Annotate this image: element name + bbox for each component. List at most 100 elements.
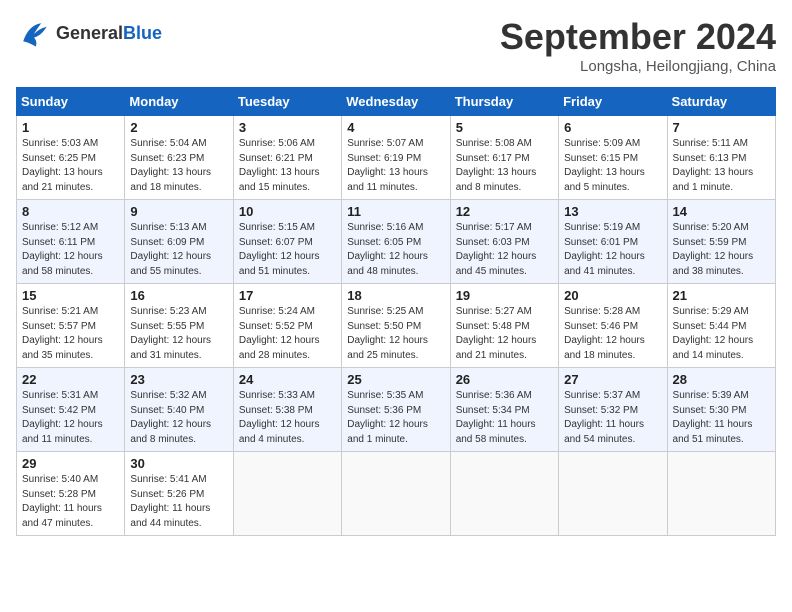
calendar-cell: 26Sunrise: 5:36 AM Sunset: 5:34 PM Dayli… [450,368,558,452]
day-number: 21 [673,288,770,303]
calendar-cell: 17Sunrise: 5:24 AM Sunset: 5:52 PM Dayli… [233,284,341,368]
day-number: 23 [130,372,227,387]
calendar-cell: 2 Sunrise: 5:04 AM Sunset: 6:23 PM Daylig… [125,116,233,200]
day-info: Sunrise: 5:37 AM Sunset: 5:32 PM Dayligh… [564,389,661,447]
day-number: 30 [130,456,227,471]
calendar-cell: 19 Sunrise: 5:27 AM Sunset: 5:48 PM Dayli… [450,284,558,368]
day-header-friday: Friday [559,88,667,116]
calendar-cell: 28 Sunrise: 5:39 AM Sunset: 5:30 PM Dayli… [667,368,775,452]
day-number: 3 [239,120,336,135]
day-header-sunday: Sunday [17,88,125,116]
day-info: Sunrise: 5:17 AM Sunset: 6:03 PM Dayligh… [456,221,553,279]
day-number: 7 [673,120,770,135]
day-number: 1 [22,120,119,135]
calendar-cell [233,452,341,536]
calendar-cell: 30 Sunrise: 5:41 AM Sunset: 5:26 PM Dayli… [125,452,233,536]
day-number: 28 [673,372,770,387]
day-info: Sunrise: 5:32 AM Sunset: 5:40 PM Dayligh… [130,389,227,447]
logo-text: GeneralBlue [56,24,162,44]
logo-general: General [56,23,123,43]
day-number: 2 [130,120,227,135]
day-number: 22 [22,372,119,387]
title-area: September 2024 Longsha, Heilongjiang, Ch… [500,16,776,75]
calendar-cell: 4 Sunrise: 5:07 AM Sunset: 6:19 PM Daylig… [342,116,450,200]
day-header-wednesday: Wednesday [342,88,450,116]
calendar-cell: 5 Sunrise: 5:08 AM Sunset: 6:17 PM Daylig… [450,116,558,200]
day-info: Sunrise: 5:12 AM Sunset: 6:11 PM Dayligh… [22,221,119,279]
day-number: 11 [347,204,444,219]
calendar-cell [559,452,667,536]
day-number: 9 [130,204,227,219]
day-number: 16 [130,288,227,303]
day-header-monday: Monday [125,88,233,116]
day-info: Sunrise: 5:04 AM Sunset: 6:23 PM Dayligh… [130,137,227,195]
calendar-cell: 27Sunrise: 5:37 AM Sunset: 5:32 PM Dayli… [559,368,667,452]
calendar-cell: 24Sunrise: 5:33 AM Sunset: 5:38 PM Dayli… [233,368,341,452]
day-info: Sunrise: 5:19 AM Sunset: 6:01 PM Dayligh… [564,221,661,279]
calendar-cell: 1 Sunrise: 5:03 AM Sunset: 6:25 PM Daylig… [17,116,125,200]
calendar-cell [667,452,775,536]
day-info: Sunrise: 5:29 AM Sunset: 5:44 PM Dayligh… [673,305,770,363]
day-info: Sunrise: 5:41 AM Sunset: 5:26 PM Dayligh… [130,473,227,531]
day-info: Sunrise: 5:21 AM Sunset: 5:57 PM Dayligh… [22,305,119,363]
day-header-saturday: Saturday [667,88,775,116]
calendar-table: SundayMondayTuesdayWednesdayThursdayFrid… [16,87,776,536]
calendar-cell: 21 Sunrise: 5:29 AM Sunset: 5:44 PM Dayli… [667,284,775,368]
day-header-thursday: Thursday [450,88,558,116]
calendar-cell: 11 Sunrise: 5:16 AM Sunset: 6:05 PM Dayli… [342,200,450,284]
day-info: Sunrise: 5:25 AM Sunset: 5:50 PM Dayligh… [347,305,444,363]
day-info: Sunrise: 5:09 AM Sunset: 6:15 PM Dayligh… [564,137,661,195]
day-number: 14 [673,204,770,219]
day-number: 26 [456,372,553,387]
day-info: Sunrise: 5:07 AM Sunset: 6:19 PM Dayligh… [347,137,444,195]
day-number: 5 [456,120,553,135]
day-number: 10 [239,204,336,219]
day-info: Sunrise: 5:20 AM Sunset: 5:59 PM Dayligh… [673,221,770,279]
day-info: Sunrise: 5:35 AM Sunset: 5:36 PM Dayligh… [347,389,444,447]
logo-icon [16,16,52,52]
day-info: Sunrise: 5:15 AM Sunset: 6:07 PM Dayligh… [239,221,336,279]
day-info: Sunrise: 5:08 AM Sunset: 6:17 PM Dayligh… [456,137,553,195]
calendar-week-row: 22 Sunrise: 5:31 AM Sunset: 5:42 PM Dayli… [17,368,776,452]
day-number: 18 [347,288,444,303]
day-info: Sunrise: 5:16 AM Sunset: 6:05 PM Dayligh… [347,221,444,279]
calendar-header-row: SundayMondayTuesdayWednesdayThursdayFrid… [17,88,776,116]
day-number: 6 [564,120,661,135]
day-number: 29 [22,456,119,471]
calendar-cell: 18 Sunrise: 5:25 AM Sunset: 5:50 PM Dayli… [342,284,450,368]
calendar-cell: 25 Sunrise: 5:35 AM Sunset: 5:36 PM Dayli… [342,368,450,452]
calendar-cell: 16 Sunrise: 5:23 AM Sunset: 5:55 PM Dayli… [125,284,233,368]
header: GeneralBlue September 2024 Longsha, Heil… [16,16,776,75]
day-info: Sunrise: 5:13 AM Sunset: 6:09 PM Dayligh… [130,221,227,279]
calendar-cell: 29 Sunrise: 5:40 AM Sunset: 5:28 PM Dayli… [17,452,125,536]
day-info: Sunrise: 5:03 AM Sunset: 6:25 PM Dayligh… [22,137,119,195]
day-info: Sunrise: 5:23 AM Sunset: 5:55 PM Dayligh… [130,305,227,363]
calendar-week-row: 1 Sunrise: 5:03 AM Sunset: 6:25 PM Daylig… [17,116,776,200]
calendar-cell: 6 Sunrise: 5:09 AM Sunset: 6:15 PM Daylig… [559,116,667,200]
month-year: September 2024 [500,16,776,58]
day-number: 17 [239,288,336,303]
day-info: Sunrise: 5:40 AM Sunset: 5:28 PM Dayligh… [22,473,119,531]
day-number: 15 [22,288,119,303]
day-info: Sunrise: 5:28 AM Sunset: 5:46 PM Dayligh… [564,305,661,363]
day-info: Sunrise: 5:06 AM Sunset: 6:21 PM Dayligh… [239,137,336,195]
calendar-cell [342,452,450,536]
day-number: 20 [564,288,661,303]
day-info: Sunrise: 5:39 AM Sunset: 5:30 PM Dayligh… [673,389,770,447]
day-number: 25 [347,372,444,387]
day-info: Sunrise: 5:27 AM Sunset: 5:48 PM Dayligh… [456,305,553,363]
calendar-cell: 3 Sunrise: 5:06 AM Sunset: 6:21 PM Daylig… [233,116,341,200]
calendar-cell: 12Sunrise: 5:17 AM Sunset: 6:03 PM Dayli… [450,200,558,284]
calendar-cell: 7 Sunrise: 5:11 AM Sunset: 6:13 PM Daylig… [667,116,775,200]
day-info: Sunrise: 5:31 AM Sunset: 5:42 PM Dayligh… [22,389,119,447]
location: Longsha, Heilongjiang, China [500,58,776,75]
calendar-cell: 10 Sunrise: 5:15 AM Sunset: 6:07 PM Dayli… [233,200,341,284]
logo: GeneralBlue [16,16,162,52]
day-info: Sunrise: 5:11 AM Sunset: 6:13 PM Dayligh… [673,137,770,195]
day-number: 19 [456,288,553,303]
calendar-cell: 9 Sunrise: 5:13 AM Sunset: 6:09 PM Daylig… [125,200,233,284]
calendar-cell: 23 Sunrise: 5:32 AM Sunset: 5:40 PM Dayli… [125,368,233,452]
day-number: 4 [347,120,444,135]
calendar-week-row: 8Sunrise: 5:12 AM Sunset: 6:11 PM Daylig… [17,200,776,284]
day-number: 13 [564,204,661,219]
